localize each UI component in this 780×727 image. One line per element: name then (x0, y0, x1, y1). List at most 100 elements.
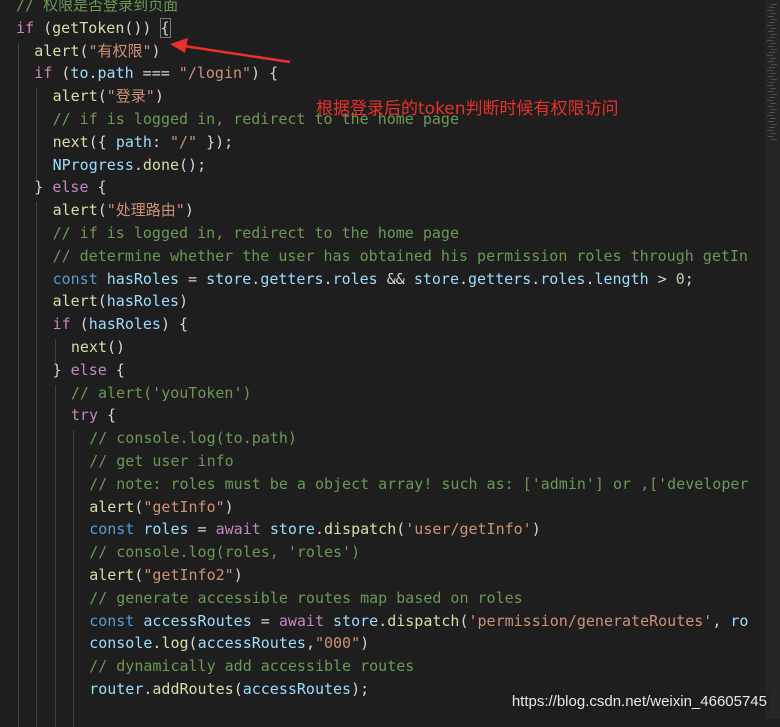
minimap[interactable] (765, 0, 780, 719)
code-token: path (115, 132, 152, 151)
code-token: // console.log(roles, 'roles') (89, 543, 361, 562)
code-token: ( (97, 87, 107, 106)
code-line[interactable]: router.addRoutes(accessRoutes); (89, 678, 369, 700)
code-token: "getInfo2" (143, 566, 234, 584)
code-line[interactable]: alert("getInfo") (89, 496, 234, 518)
minimap-line (768, 76, 774, 77)
code-line[interactable]: alert("登录") (53, 85, 164, 107)
code-token: store (206, 269, 252, 288)
code-line[interactable]: next() (71, 336, 125, 358)
minimap-line (769, 7, 775, 8)
minimap-line (770, 133, 776, 134)
code-token: = (188, 520, 216, 539)
code-token: { (88, 178, 107, 197)
code-line[interactable]: // alert('youToken') (71, 382, 252, 404)
code-line[interactable]: console.log(accessRoutes,"000") (89, 632, 369, 654)
code-line[interactable]: NProgress.done(); (53, 154, 207, 176)
code-token: . (378, 611, 388, 630)
minimap-line (770, 13, 776, 14)
code-line[interactable]: try { (71, 404, 116, 426)
code-token: hasRoles (106, 292, 180, 311)
code-token: dispatch (387, 611, 460, 630)
minimap-line (768, 106, 774, 107)
code-token: store (269, 520, 315, 539)
code-token: const (89, 611, 135, 630)
annotation-text: 根据登录后的token判断时候有权限访问 (316, 99, 619, 119)
code-line[interactable]: const roles = await store.dispatch('user… (89, 518, 541, 540)
code-line[interactable]: alert("getInfo2") (89, 564, 243, 586)
code-token: ) { (160, 315, 189, 334)
minimap-line (768, 16, 774, 17)
code-line[interactable]: // note: roles must be a object array! s… (89, 473, 748, 495)
minimap-line (769, 127, 775, 128)
code-token: alert (52, 292, 98, 311)
code-token: hasRoles (88, 315, 161, 334)
code-token: alert (89, 566, 135, 584)
indent-guide (54, 339, 56, 362)
code-token: alert (52, 87, 98, 106)
minimap-line (767, 115, 773, 116)
code-token: . (531, 269, 541, 288)
indent-guide (72, 430, 74, 727)
code-line[interactable]: // determine whether the user has obtain… (53, 245, 748, 267)
code-line[interactable]: } else { (53, 359, 125, 381)
code-line[interactable]: // console.log(roles, 'roles') (89, 541, 360, 563)
code-token: next (52, 132, 89, 151)
code-line[interactable]: // get user info (89, 450, 234, 472)
code-token: // determine whether the user has obtain… (52, 246, 748, 265)
minimap-line (769, 52, 775, 53)
code-line[interactable]: // console.log(to.path) (89, 427, 297, 449)
code-line[interactable]: // if is logged in, redirect to the home… (53, 222, 459, 244)
code-line[interactable]: if (hasRoles) { (53, 313, 188, 335)
minimap-line (770, 88, 776, 89)
code-token: ( (188, 634, 198, 653)
minimap-line (771, 94, 777, 95)
code-token: else (70, 360, 107, 379)
code-token: && (377, 269, 414, 288)
minimap-line (769, 82, 775, 83)
code-token: next (70, 338, 108, 356)
code-token: () (107, 338, 126, 356)
code-line[interactable]: const hasRoles = store.getters.roles && … (53, 268, 694, 290)
code-line[interactable]: alert("有权限") (34, 40, 160, 62)
code-line[interactable]: // generate accessible routes map based … (89, 587, 522, 609)
code-token: roles (540, 269, 586, 288)
minimap-line (768, 61, 774, 62)
code-token: ( (396, 520, 406, 539)
red-arrow-icon (170, 38, 291, 64)
code-token: console (89, 634, 153, 653)
code-token: ( (97, 201, 107, 220)
code-line[interactable]: const accessRoutes = await store.dispatc… (89, 610, 748, 632)
code-token: ( (97, 292, 107, 311)
code-line[interactable]: // 权限是否登录到页面 (16, 0, 178, 16)
code-token: . (251, 269, 261, 288)
code-token: ro (730, 611, 749, 630)
code-line[interactable]: // dynamically add accessible routes (89, 655, 414, 677)
code-token: // if is logged in, redirect to the home… (52, 224, 459, 242)
code-line[interactable]: } else { (34, 176, 106, 198)
code-token: } (52, 360, 71, 379)
code-token: getters (260, 269, 324, 288)
code-token: ({ (88, 132, 116, 151)
code-token: ) (151, 41, 161, 60)
code-token: ) (224, 497, 234, 516)
minimap-line (768, 91, 774, 92)
minimap-line (767, 130, 773, 131)
minimap-line (769, 22, 775, 23)
code-token: // 权限是否登录到页面 (16, 0, 179, 14)
minimap-line (767, 40, 773, 41)
code-line[interactable]: next({ path: "/" }); (53, 131, 234, 153)
minimap-line (767, 55, 773, 56)
code-token: if (52, 315, 71, 334)
code-token: // alert('youToken') (70, 383, 252, 402)
code-token: "000" (314, 634, 361, 653)
code-line[interactable]: if (getToken()) { (16, 17, 171, 39)
code-line[interactable]: alert(hasRoles) (53, 290, 188, 312)
code-token: path (97, 64, 134, 83)
minimap-line (771, 4, 777, 5)
code-token: hasRoles (106, 269, 180, 288)
minimap-line (771, 49, 777, 50)
code-token: const (52, 269, 98, 288)
code-line[interactable]: alert("处理路由") (53, 199, 194, 221)
